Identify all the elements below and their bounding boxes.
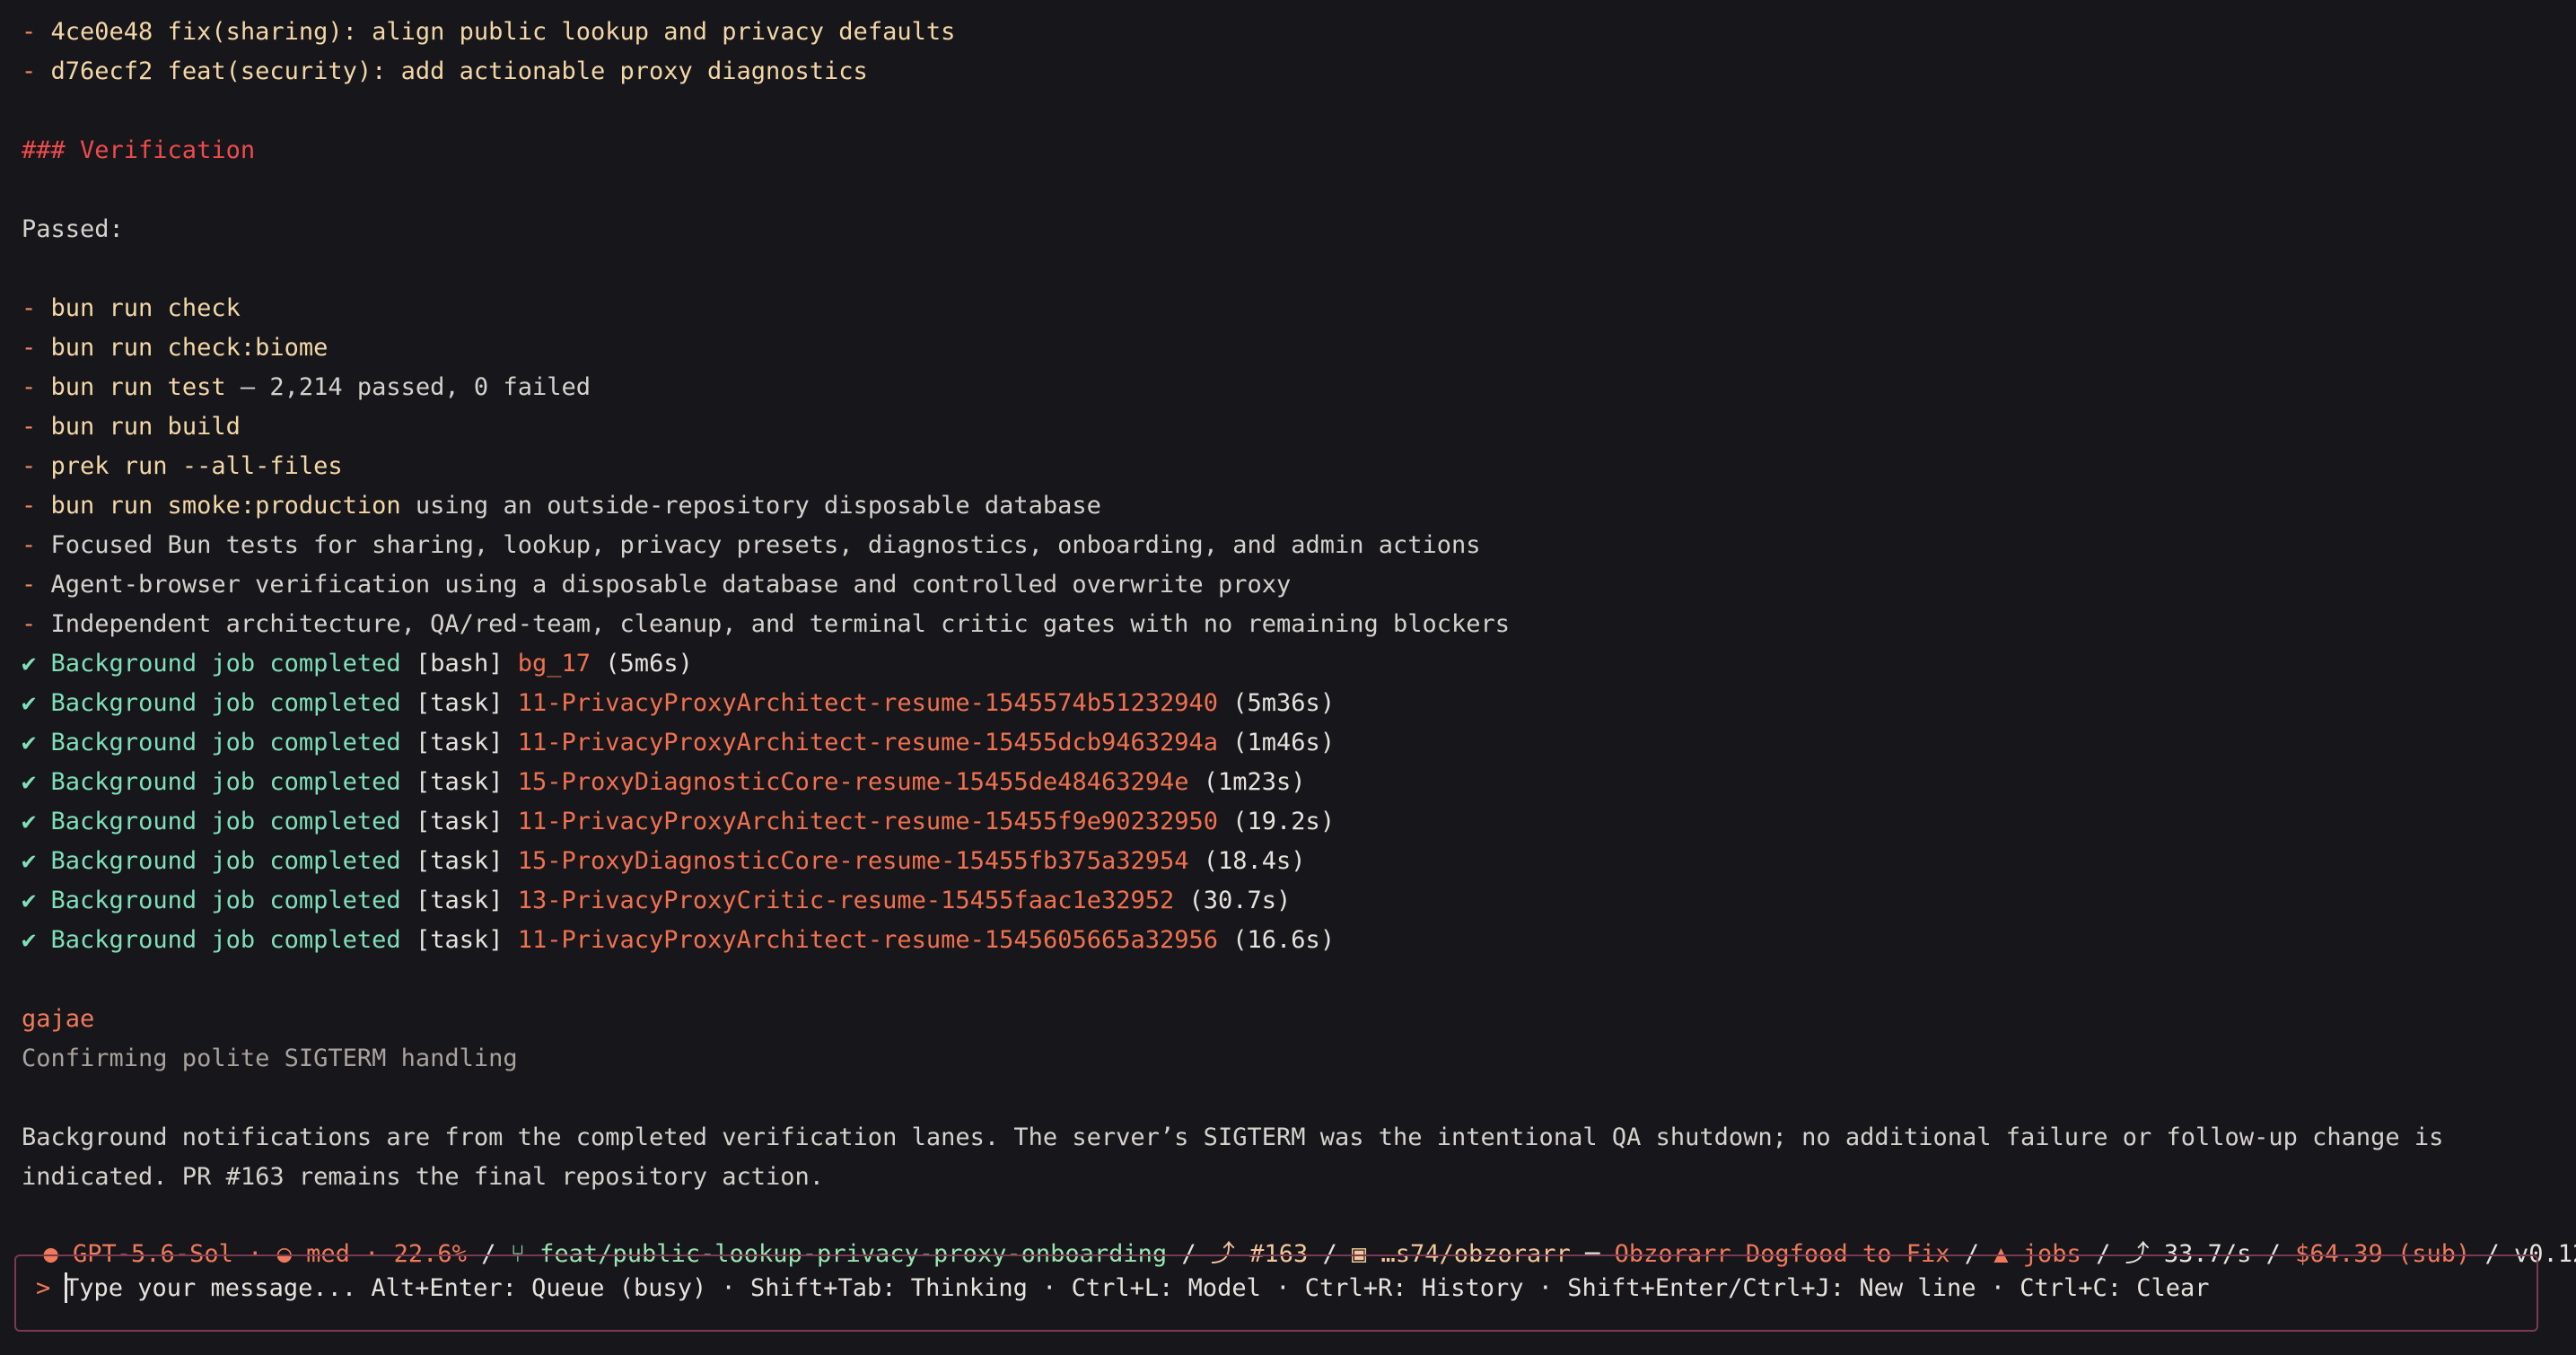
status-bar: ● GPT-5.6-Sol · ◒ med · 22.6% / ⑂ feat/p… [14,1195,2576,1268]
check-icon: ✔ [22,808,37,835]
check-item: - Focused Bun tests for sharing, lookup,… [22,531,1481,559]
commit-text: 4ce0e48 fix(sharing): align public looku… [50,18,956,46]
terminal-output: - 4ce0e48 fix(sharing): align public loo… [22,13,2554,1197]
job-line: ✔ Background job completed [task] 11-Pri… [22,729,1336,756]
input-placeholder: Type your message... Alt+Enter: Queue (b… [65,1274,2210,1302]
check-item: - Independent architecture, QA/red-team,… [22,610,1511,638]
check-item: - bun run smoke:production using an outs… [22,492,1101,520]
check-icon: ✔ [22,689,37,717]
check-item: - bun run build [22,413,241,441]
check-icon: ✔ [22,768,37,796]
verification-heading: ### Verification [22,136,256,164]
job-line: ✔ Background job completed [bash] bg_17 … [22,650,693,678]
check-item: - bun run check [22,294,241,322]
assistant-message: Background notifications are from the co… [22,1123,2444,1191]
job-line: ✔ Background job completed [task] 15-Pro… [22,847,1306,875]
job-line: ✔ Background job completed [task] 11-Pri… [22,926,1336,954]
commit-line: - 4ce0e48 fix(sharing): align public loo… [22,18,956,46]
speaker-name: gajae [22,1005,95,1033]
check-item: - bun run test — 2,214 passed, 0 failed [22,373,591,401]
check-icon: ✔ [22,887,37,914]
check-icon: ✔ [22,729,37,756]
job-line: ✔ Background job completed [task] 13-Pri… [22,887,1292,914]
commit-text: d76ecf2 feat(security): add actionable p… [50,57,868,85]
commit-line: - d76ecf2 feat(security): add actionable… [22,57,868,85]
message-input[interactable]: > Type your message... Alt+Enter: Queue … [14,1254,2538,1332]
job-line: ✔ Background job completed [task] 15-Pro… [22,768,1306,796]
check-icon: ✔ [22,650,37,678]
check-item: - prek run --all-files [22,452,343,480]
prompt-icon: > [36,1274,51,1302]
check-icon: ✔ [22,926,37,954]
check-icon: ✔ [22,847,37,875]
job-line: ✔ Background job completed [task] 11-Pri… [22,689,1336,717]
check-item: - bun run check:biome [22,334,329,362]
check-item: - Agent-browser verification using a dis… [22,571,1292,599]
job-line: ✔ Background job completed [task] 11-Pri… [22,808,1336,835]
passed-label: Passed: [22,215,124,243]
thinking-status: Confirming polite SIGTERM handling [22,1045,518,1072]
